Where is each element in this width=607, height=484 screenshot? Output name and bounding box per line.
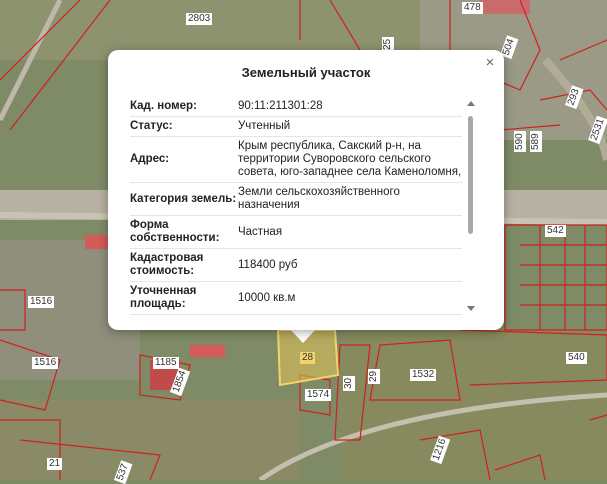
attr-value: Частная — [238, 225, 283, 238]
parcel-attributes[interactable]: Кад. номер: 90:11:211301:28 Статус: Учте… — [130, 97, 462, 315]
popup-pointer — [290, 329, 316, 343]
close-icon[interactable]: × — [482, 55, 498, 71]
parcel-label: 1574 — [305, 389, 332, 401]
attr-row-cadastral-number: Кад. номер: 90:11:211301:28 — [130, 97, 462, 117]
attr-value: Учтенный — [238, 120, 291, 132]
attr-key: Кадастровая стоимость: — [130, 252, 204, 277]
attr-value: Земли сельскохозяйственного назначения — [238, 186, 400, 211]
scroll-thumb[interactable] — [468, 116, 473, 234]
parcel-label: 2803 — [186, 13, 213, 25]
attr-row-address: Адрес: Крым республика, Сакский р-н, на … — [130, 137, 462, 183]
scroll-up-icon[interactable] — [467, 101, 475, 106]
attr-value: 10000 кв.м — [238, 291, 296, 304]
attr-key: Кад. номер: — [130, 100, 197, 112]
attr-row-area: Уточненная площадь: 10000 кв.м — [130, 282, 462, 315]
parcel-label: 589 — [530, 131, 542, 152]
attr-row-status: Статус: Учтенный — [130, 117, 462, 137]
parcel-label: 540 — [566, 352, 587, 364]
attr-value: 118400 руб — [238, 258, 298, 271]
attr-row-land-category: Категория земель: Земли сельскохозяйстве… — [130, 183, 462, 216]
parcel-label: 29 — [368, 368, 380, 384]
attr-value: 90:11:211301:28 — [238, 100, 323, 112]
scroll-down-icon[interactable] — [467, 306, 475, 311]
parcel-label: 1516 — [28, 296, 55, 308]
popup-title: Земельный участок — [241, 65, 371, 80]
attr-row-ownership: Форма собственности: Частная — [130, 216, 462, 249]
parcel-label: 30 — [343, 375, 355, 391]
attr-key: Форма собственности: — [130, 219, 220, 244]
attr-key: Статус: — [130, 120, 173, 132]
attr-row-cadastral-value: Кадастровая стоимость: 118400 руб — [130, 249, 462, 282]
parcel-label: 478 — [462, 2, 483, 14]
parcel-label: 1516 — [32, 357, 59, 369]
parcel-label: 1532 — [410, 369, 437, 381]
attr-key: Уточненная площадь: — [130, 285, 197, 310]
parcel-info-popup: Земельный участок × Кад. номер: 90:11:21… — [108, 50, 504, 330]
parcel-label: 590 — [514, 131, 526, 152]
popup-scrollbar[interactable] — [466, 100, 476, 312]
parcel-label-selected: 28 — [300, 352, 316, 364]
attr-value: Крым республика, Сакский р-н, на террито… — [238, 140, 462, 178]
parcel-label: 542 — [545, 225, 566, 237]
attr-key: Адрес: — [130, 153, 170, 165]
attr-key: Категория земель: — [130, 192, 237, 205]
parcel-label: 21 — [47, 458, 63, 470]
parcel-label: 1185 — [153, 357, 179, 369]
